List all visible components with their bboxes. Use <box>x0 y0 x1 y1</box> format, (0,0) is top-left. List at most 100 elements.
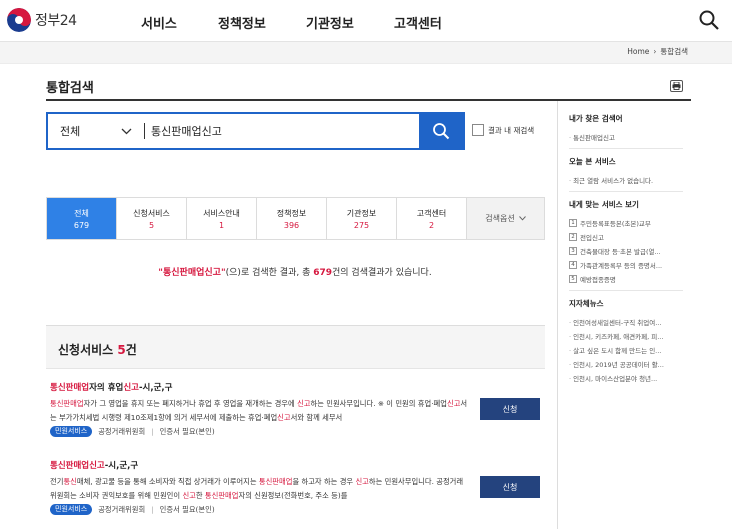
tab-policy-info[interactable]: 정책정보 396 <box>257 198 327 239</box>
custom-service-label: 건축물대장 등·초본 발급(열... <box>580 248 661 256</box>
tab-count: 1 <box>218 220 225 230</box>
title-text: -시,군,구 <box>104 461 139 471</box>
custom-service-item[interactable]: 5 예방접종증명 <box>569 274 687 284</box>
keyword-highlight: 통신판매업 <box>204 491 239 500</box>
rescan-label: 결과 내 재검색 <box>488 125 535 135</box>
apply-button[interactable]: 신청 <box>480 476 540 498</box>
result-meta: 민원서비스 공정거래위원회 | 인증서 필요(본인) <box>50 426 545 437</box>
logo-text: 정부24 <box>35 13 77 29</box>
custom-service-item[interactable]: 4 가족관계등록부 등의 증명서... <box>569 260 687 270</box>
local-news-item[interactable]: 인천시, 2019년 공공데이터 활... <box>569 359 687 369</box>
search-form: 전체 <box>46 112 465 150</box>
site-logo[interactable]: 정부24 <box>7 8 77 32</box>
today-viewed-section: 오늘 본 서비스 최근 열람 서비스가 없습니다. <box>569 156 687 185</box>
keyword-highlight: 신고 <box>182 491 196 500</box>
result-summary: "통신판매업신고"(으)로 검색한 결과, 총 679건의 검색결과가 있습니다… <box>0 265 590 278</box>
result-tabs: 전체 679 신청서비스 5 서비스안내 1 정책정보 396 기관정보 275… <box>46 197 545 240</box>
tab-count: 396 <box>283 220 300 230</box>
custom-service-label: 예방접종증명 <box>580 276 616 284</box>
local-news-section: 지자체뉴스 인천여성새일센터-구직 취업여... 인천시, 키즈카페, 애견카페… <box>569 298 687 383</box>
tab-count: 2 <box>428 220 435 230</box>
tab-agency-info[interactable]: 기관정보 275 <box>327 198 397 239</box>
tab-label: 기관정보 <box>346 208 377 218</box>
keyword-highlight: 신고 <box>297 399 311 408</box>
description-text: 자의 신원정보(전화번호, 주소 등)를 <box>238 491 348 500</box>
keyword-highlight: 통신판매업 <box>258 477 293 486</box>
title-highlight: 신고 <box>123 383 139 393</box>
tab-label: 전체 <box>74 208 89 218</box>
print-button[interactable] <box>670 80 683 92</box>
description-text: 매체, 광고물 등을 통해 소비자와 직접 상거래가 이루어지는 <box>76 477 259 486</box>
tab-label: 고객센터 <box>416 208 447 218</box>
result-description: 통신판매업자가 그 영업을 휴지 또는 폐지하거나 휴업 후 영업을 재개하는 … <box>50 397 468 425</box>
section-count-unit: 건 <box>125 343 137 357</box>
nav-item-support[interactable]: 고객센터 <box>394 13 442 32</box>
result-auth: 인증서 필요(본인) <box>159 426 215 436</box>
top-header: 정부24 서비스 정책정보 기관정보 고객센터 <box>0 0 732 42</box>
title-highlight: 통신판매업 <box>50 383 90 393</box>
result-agency: 공정거래위원회 <box>98 426 146 436</box>
rescan-checkbox[interactable] <box>472 124 484 136</box>
tab-count: 5 <box>148 220 155 230</box>
search-icon[interactable] <box>698 9 720 31</box>
rank-badge: 4 <box>569 261 577 269</box>
sidebar-divider <box>569 290 683 291</box>
result-meta: 민원서비스 공정거래위원회 | 인증서 필요(본인) <box>50 504 545 515</box>
custom-service-label: 주민등록표등본(초본)교부 <box>580 220 651 228</box>
result-auth: 인증서 필요(본인) <box>159 504 215 514</box>
tab-label: 서비스안내 <box>203 208 240 218</box>
result-agency: 공정거래위원회 <box>98 504 146 514</box>
nav-item-services[interactable]: 서비스 <box>141 13 177 32</box>
chevron-down-icon <box>518 216 526 221</box>
tab-service-guide[interactable]: 서비스안내 1 <box>187 198 257 239</box>
tab-label: 신청서비스 <box>133 208 170 218</box>
tab-application-services[interactable]: 신청서비스 5 <box>117 198 187 239</box>
summary-count: 679 <box>313 268 333 278</box>
printer-icon <box>672 82 681 90</box>
keyword-highlight: 신고 <box>277 413 291 422</box>
local-news-item[interactable]: 인천시, 키즈카페, 애견카페, 피... <box>569 331 687 341</box>
summary-text-end: 건의 검색결과가 있습니다. <box>332 268 432 278</box>
nav-item-policy[interactable]: 정책정보 <box>218 13 266 32</box>
local-news-title: 지자체뉴스 <box>569 299 604 308</box>
description-text: 전기 <box>50 477 64 486</box>
keyword-highlight: 신고 <box>355 477 369 486</box>
nav-item-agency[interactable]: 기관정보 <box>306 13 354 32</box>
meta-separator: | <box>151 427 154 436</box>
breadcrumb-bar: Home › 통합검색 <box>0 42 732 64</box>
search-input[interactable] <box>145 114 419 148</box>
custom-service-label: 전입신고 <box>580 234 604 242</box>
category-badge: 민원서비스 <box>50 426 93 437</box>
tab-customer-center[interactable]: 고객센터 2 <box>397 198 467 239</box>
search-options-button[interactable]: 검색옵션 <box>467 198 544 239</box>
result-title[interactable]: 통신판매업자의 휴업신고-시,군,구 <box>50 381 545 393</box>
result-item: 통신판매업신고-시,군,구 전기통신매체, 광고물 등을 통해 소비자와 직접 … <box>50 459 545 515</box>
custom-service-item[interactable]: 3 건축물대장 등·초본 발급(열... <box>569 246 687 256</box>
description-text: 자가 그 영업을 휴지 또는 폐지하거나 휴업 후 영업을 재개하는 경우에 <box>83 399 298 408</box>
today-viewed-title: 오늘 본 서비스 <box>569 157 616 166</box>
description-text: 을 하고자 하는 경우 <box>292 477 356 486</box>
custom-services-section: 내게 맞는 서비스 보기 1 주민등록표등본(초본)교부 2 전입신고 3 건축물대장… <box>569 199 687 284</box>
title-highlight: 통신판매업신고 <box>50 461 105 471</box>
search-scope-select[interactable]: 전체 <box>48 114 144 148</box>
rank-badge: 3 <box>569 247 577 255</box>
rescan-option[interactable]: 결과 내 재검색 <box>472 124 534 136</box>
custom-service-item[interactable]: 1 주민등록표등본(초본)교부 <box>569 218 687 228</box>
local-news-item[interactable]: 인천여성새일센터-구직 취업여... <box>569 317 687 327</box>
result-title[interactable]: 통신판매업신고-시,군,구 <box>50 459 545 471</box>
my-search-item[interactable]: 통신판매업신고 <box>569 132 687 142</box>
meta-separator: | <box>151 505 154 514</box>
tab-all[interactable]: 전체 679 <box>47 198 117 239</box>
apply-button[interactable]: 신청 <box>480 398 540 420</box>
custom-service-item[interactable]: 2 전입신고 <box>569 232 687 242</box>
keyword-highlight: 신고 <box>446 399 461 408</box>
result-item: 통신판매업자의 휴업신고-시,군,구 통신판매업자가 그 영업을 휴지 또는 폐… <box>50 381 545 437</box>
sidebar-divider <box>569 148 683 149</box>
section-title-text: 신청서비스 <box>58 343 114 357</box>
local-news-item[interactable]: 인천시, 마이스산업분야 청년... <box>569 373 687 383</box>
search-button[interactable] <box>419 114 463 148</box>
breadcrumb-home[interactable]: Home <box>627 47 649 56</box>
today-viewed-empty: 최근 열람 서비스가 없습니다. <box>569 175 687 185</box>
keyword-highlight: 통신판매업 <box>50 399 84 408</box>
local-news-item[interactable]: 살고 싶은 도시 함께 만드는 인... <box>569 345 687 355</box>
